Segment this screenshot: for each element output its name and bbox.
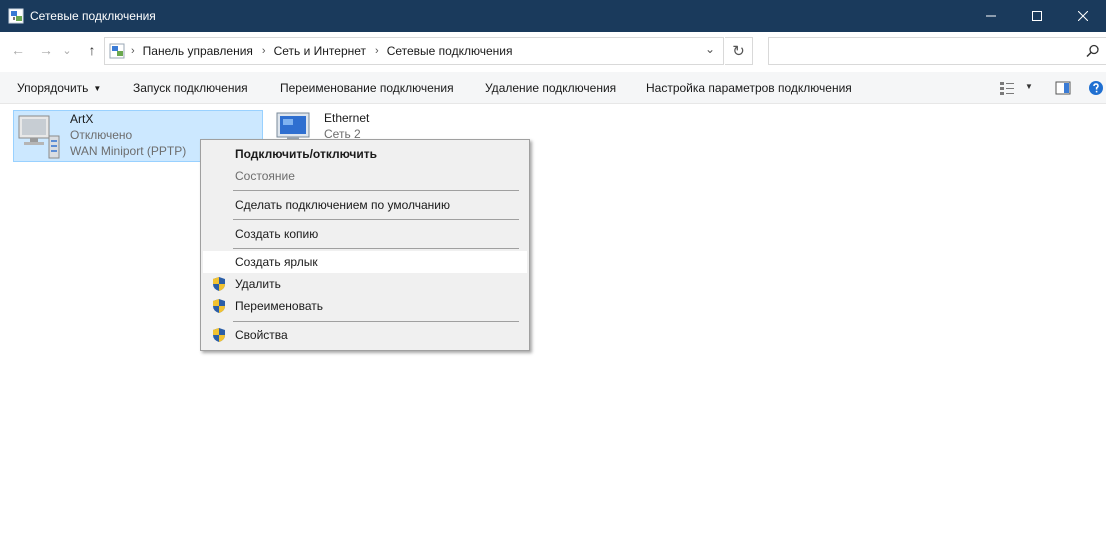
connection-name: Ethernet — [324, 111, 370, 125]
search-icon — [1086, 44, 1099, 58]
back-button[interactable]: ← — [8, 40, 28, 60]
breadcrumb-separator: › — [131, 45, 135, 57]
network-computer-icon — [16, 112, 60, 160]
menu-item-create-copy[interactable]: Создать копию — [203, 223, 527, 245]
back-arrow-icon: ← — [11, 42, 25, 58]
preview-pane-icon — [1055, 81, 1071, 95]
menu-separator — [233, 219, 519, 220]
chevron-down-icon: ⌄ — [62, 44, 72, 57]
menu-item-properties[interactable]: Свойства — [203, 324, 527, 346]
recent-locations-button[interactable]: ⌄ — [60, 40, 74, 60]
organize-button[interactable]: Упорядочить ▼ — [17, 81, 101, 95]
uac-shield-icon — [213, 299, 225, 313]
preview-pane-button[interactable] — [1055, 80, 1071, 96]
up-arrow-icon: ↑ — [88, 42, 96, 58]
menu-item-label: Состояние — [235, 169, 295, 183]
window-title: Сетевые подключения — [30, 9, 156, 23]
connection-status: Отключено — [70, 128, 133, 142]
close-button[interactable] — [1060, 0, 1106, 32]
network-adapter-icon — [271, 111, 315, 141]
menu-separator — [233, 321, 519, 322]
dropdown-arrow-icon: ▼ — [93, 84, 102, 93]
address-row: ← → ⌄ ↑ › Панель управления › Сеть и Инт… — [0, 32, 1106, 70]
address-dropdown-icon[interactable]: ⌄ — [705, 42, 715, 56]
menu-item-create-shortcut[interactable]: Создать ярлык — [203, 251, 527, 273]
menu-item-label: Создать копию — [235, 227, 319, 241]
up-button[interactable]: ↑ — [82, 40, 102, 60]
connection-settings-button[interactable]: Настройка параметров подключения — [646, 81, 852, 95]
menu-item-label: Подключить/отключить — [235, 147, 377, 161]
minimize-button[interactable] — [968, 0, 1014, 32]
menu-item-label: Свойства — [235, 328, 288, 342]
connection-name: ArtX — [70, 112, 94, 126]
address-bar[interactable]: › Панель управления › Сеть и Интернет › … — [104, 37, 724, 65]
menu-item-label: Переименовать — [235, 299, 323, 313]
network-connections-app-icon[interactable] — [8, 8, 24, 24]
maximize-button[interactable] — [1014, 0, 1060, 32]
help-button[interactable] — [1088, 80, 1104, 96]
rename-connection-button[interactable]: Переименование подключения — [280, 81, 454, 95]
menu-item-label: Удалить — [235, 277, 281, 291]
forward-arrow-icon: → — [39, 42, 53, 58]
search-input[interactable] — [768, 37, 1106, 65]
menu-item-label: Создать ярлык — [235, 255, 318, 269]
context-menu: Подключить/отключить Состояние Сделать п… — [200, 139, 530, 351]
breadcrumb-control-panel[interactable]: Панель управления — [143, 44, 253, 58]
command-bar: Упорядочить ▼ Запуск подключения Переимен… — [0, 72, 1106, 104]
forward-button[interactable]: → — [36, 40, 56, 60]
menu-item-connect-disconnect[interactable]: Подключить/отключить — [203, 143, 527, 165]
menu-item-status: Состояние — [203, 165, 527, 187]
uac-shield-icon — [213, 277, 225, 291]
breadcrumb-separator[interactable]: › — [375, 45, 379, 57]
breadcrumb-separator[interactable]: › — [262, 45, 266, 57]
menu-separator — [233, 190, 519, 191]
breadcrumb-network-connections[interactable]: Сетевые подключения — [387, 44, 513, 58]
close-icon — [1078, 11, 1088, 21]
change-view-button[interactable]: ▼ — [999, 80, 1037, 96]
connection-device: WAN Miniport (PPTP) — [70, 144, 187, 158]
uac-shield-icon — [213, 328, 225, 342]
menu-item-rename[interactable]: Переименовать — [203, 295, 527, 317]
view-details-icon — [1000, 82, 1014, 95]
organize-label: Упорядочить — [17, 81, 89, 95]
minimize-icon — [986, 15, 996, 17]
control-panel-icon — [109, 43, 125, 59]
help-icon — [1089, 81, 1103, 95]
view-dropdown-icon: ▼ — [1025, 82, 1033, 91]
menu-item-delete[interactable]: Удалить — [203, 273, 527, 295]
refresh-button[interactable]: ↻ — [725, 37, 753, 65]
delete-connection-button[interactable]: Удаление подключения — [485, 81, 616, 95]
maximize-icon — [1032, 11, 1042, 21]
menu-item-label: Сделать подключением по умолчанию — [235, 198, 451, 212]
title-bar: Сетевые подключения — [0, 0, 1106, 32]
menu-separator — [233, 248, 519, 249]
refresh-icon: ↻ — [732, 43, 745, 60]
menu-item-set-default[interactable]: Сделать подключением по умолчанию — [203, 194, 527, 216]
window-controls — [968, 0, 1106, 32]
breadcrumb-network-internet[interactable]: Сеть и Интернет — [274, 44, 366, 58]
start-connection-button[interactable]: Запуск подключения — [133, 81, 248, 95]
